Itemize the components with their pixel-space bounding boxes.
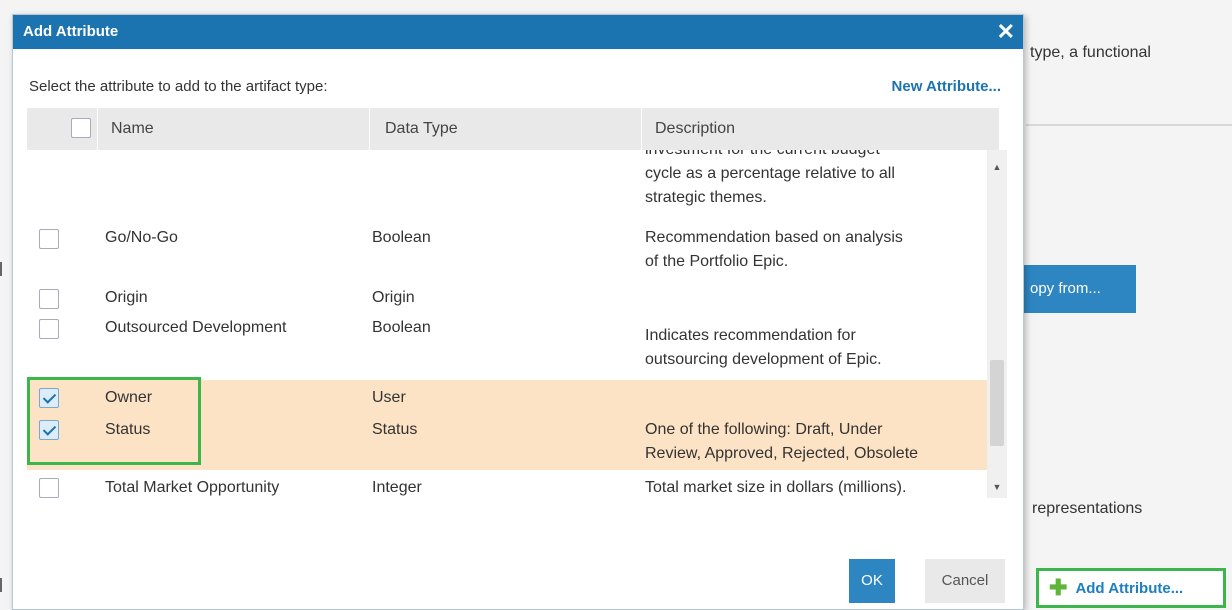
scroll-thumb[interactable]	[990, 360, 1004, 446]
grid-header: Name Data Type Description	[27, 108, 1004, 150]
plus-icon: ✚	[1049, 575, 1068, 600]
background-text-representations: representations	[1032, 500, 1143, 517]
description-cell: Indicates recommendation for outsourcing…	[645, 324, 990, 372]
data-type-cell: Integer	[372, 479, 422, 496]
description-cell: Recommendation based on analysis of the …	[645, 226, 990, 274]
name-cell: Go/No-Go	[105, 229, 178, 246]
copy-from-button[interactable]: opy from...	[1020, 265, 1136, 313]
column-divider	[641, 108, 642, 150]
attribute-grid: investment for the current budget cycle …	[27, 150, 1001, 498]
background-edge-mark	[0, 262, 2, 276]
ok-button[interactable]: OK	[849, 559, 895, 603]
column-divider	[369, 108, 370, 150]
data-type-cell: Status	[372, 421, 418, 438]
table-row[interactable]: Go/No-Go Boolean Recommendation based on…	[27, 226, 1001, 282]
table-row[interactable]: Owner User	[27, 380, 1001, 412]
add-attribute-dialog: Add Attribute ✕ Select the attribute to …	[12, 14, 1024, 610]
row-checkbox[interactable]	[39, 478, 59, 498]
dialog-title: Add Attribute	[23, 23, 119, 40]
description-line: investment for the current budget	[645, 150, 990, 162]
grid-scrollbar[interactable]: ▲ ▼	[987, 150, 1007, 498]
description-cell: One of the following: Draft, Under Revie…	[645, 418, 990, 466]
row-checkbox[interactable]	[39, 388, 59, 408]
dialog-titlebar: Add Attribute ✕	[13, 15, 1023, 49]
select-all-checkbox[interactable]	[71, 118, 91, 138]
data-type-cell: Boolean	[372, 229, 431, 246]
table-row[interactable]: Total Market Opportunity Integer Total m…	[27, 472, 1001, 498]
description-cell: investment for the current budget cycle …	[645, 150, 990, 210]
name-cell: Origin	[105, 289, 148, 306]
column-header-description[interactable]: Description	[655, 108, 735, 150]
data-type-cell: Boolean	[372, 319, 431, 336]
add-attribute-label: Add Attribute...	[1075, 579, 1184, 597]
column-divider	[1003, 108, 1004, 150]
add-attribute-button[interactable]: ✚ Add Attribute...	[1036, 568, 1226, 608]
table-row[interactable]: Outsourced Development Boolean Indicates…	[27, 316, 1001, 378]
cancel-button[interactable]: Cancel	[925, 559, 1005, 603]
background-divider	[1026, 124, 1232, 126]
name-cell: Owner	[105, 389, 153, 406]
description-line: strategic themes.	[645, 189, 767, 206]
column-header-name[interactable]: Name	[111, 108, 154, 150]
description-line: Review, Approved, Rejected, Obsolete	[645, 445, 919, 462]
row-checkbox[interactable]	[39, 229, 59, 249]
description-line: One of the following: Draft, Under	[645, 421, 883, 438]
description-line: outsourcing development of Epic.	[645, 351, 882, 368]
description-line: cycle as a percentage relative to all	[645, 165, 895, 182]
description-line: Recommendation based on analysis	[645, 229, 903, 246]
row-checkbox[interactable]	[39, 319, 59, 339]
table-row[interactable]: Origin Origin	[27, 286, 1001, 316]
data-type-cell: User	[372, 389, 406, 406]
scroll-down-arrow-icon[interactable]: ▼	[987, 478, 1007, 496]
name-cell: Status	[105, 421, 151, 438]
description-line: of the Portfolio Epic.	[645, 253, 789, 270]
description-cell: Total market size in dollars (millions).	[645, 479, 907, 496]
description-line: Indicates recommendation for	[645, 327, 856, 344]
row-checkbox[interactable]	[39, 420, 59, 440]
background-text-functional: type, a functional	[1030, 44, 1151, 61]
table-row[interactable]: Status Status One of the following: Draf…	[27, 412, 1001, 470]
row-checkbox[interactable]	[39, 289, 59, 309]
column-header-data-type[interactable]: Data Type	[385, 108, 458, 150]
name-cell: Outsourced Development	[105, 319, 287, 336]
dialog-prompt: Select the attribute to add to the artif…	[29, 78, 328, 95]
background-edge-mark	[0, 578, 2, 592]
column-divider	[97, 108, 98, 150]
scroll-up-arrow-icon[interactable]: ▲	[987, 158, 1007, 176]
name-cell: Total Market Opportunity	[105, 479, 280, 496]
data-type-cell: Origin	[372, 289, 415, 306]
table-row[interactable]: investment for the current budget cycle …	[27, 150, 1001, 216]
close-icon[interactable]: ✕	[997, 15, 1015, 49]
new-attribute-link[interactable]: New Attribute...	[892, 78, 1001, 95]
